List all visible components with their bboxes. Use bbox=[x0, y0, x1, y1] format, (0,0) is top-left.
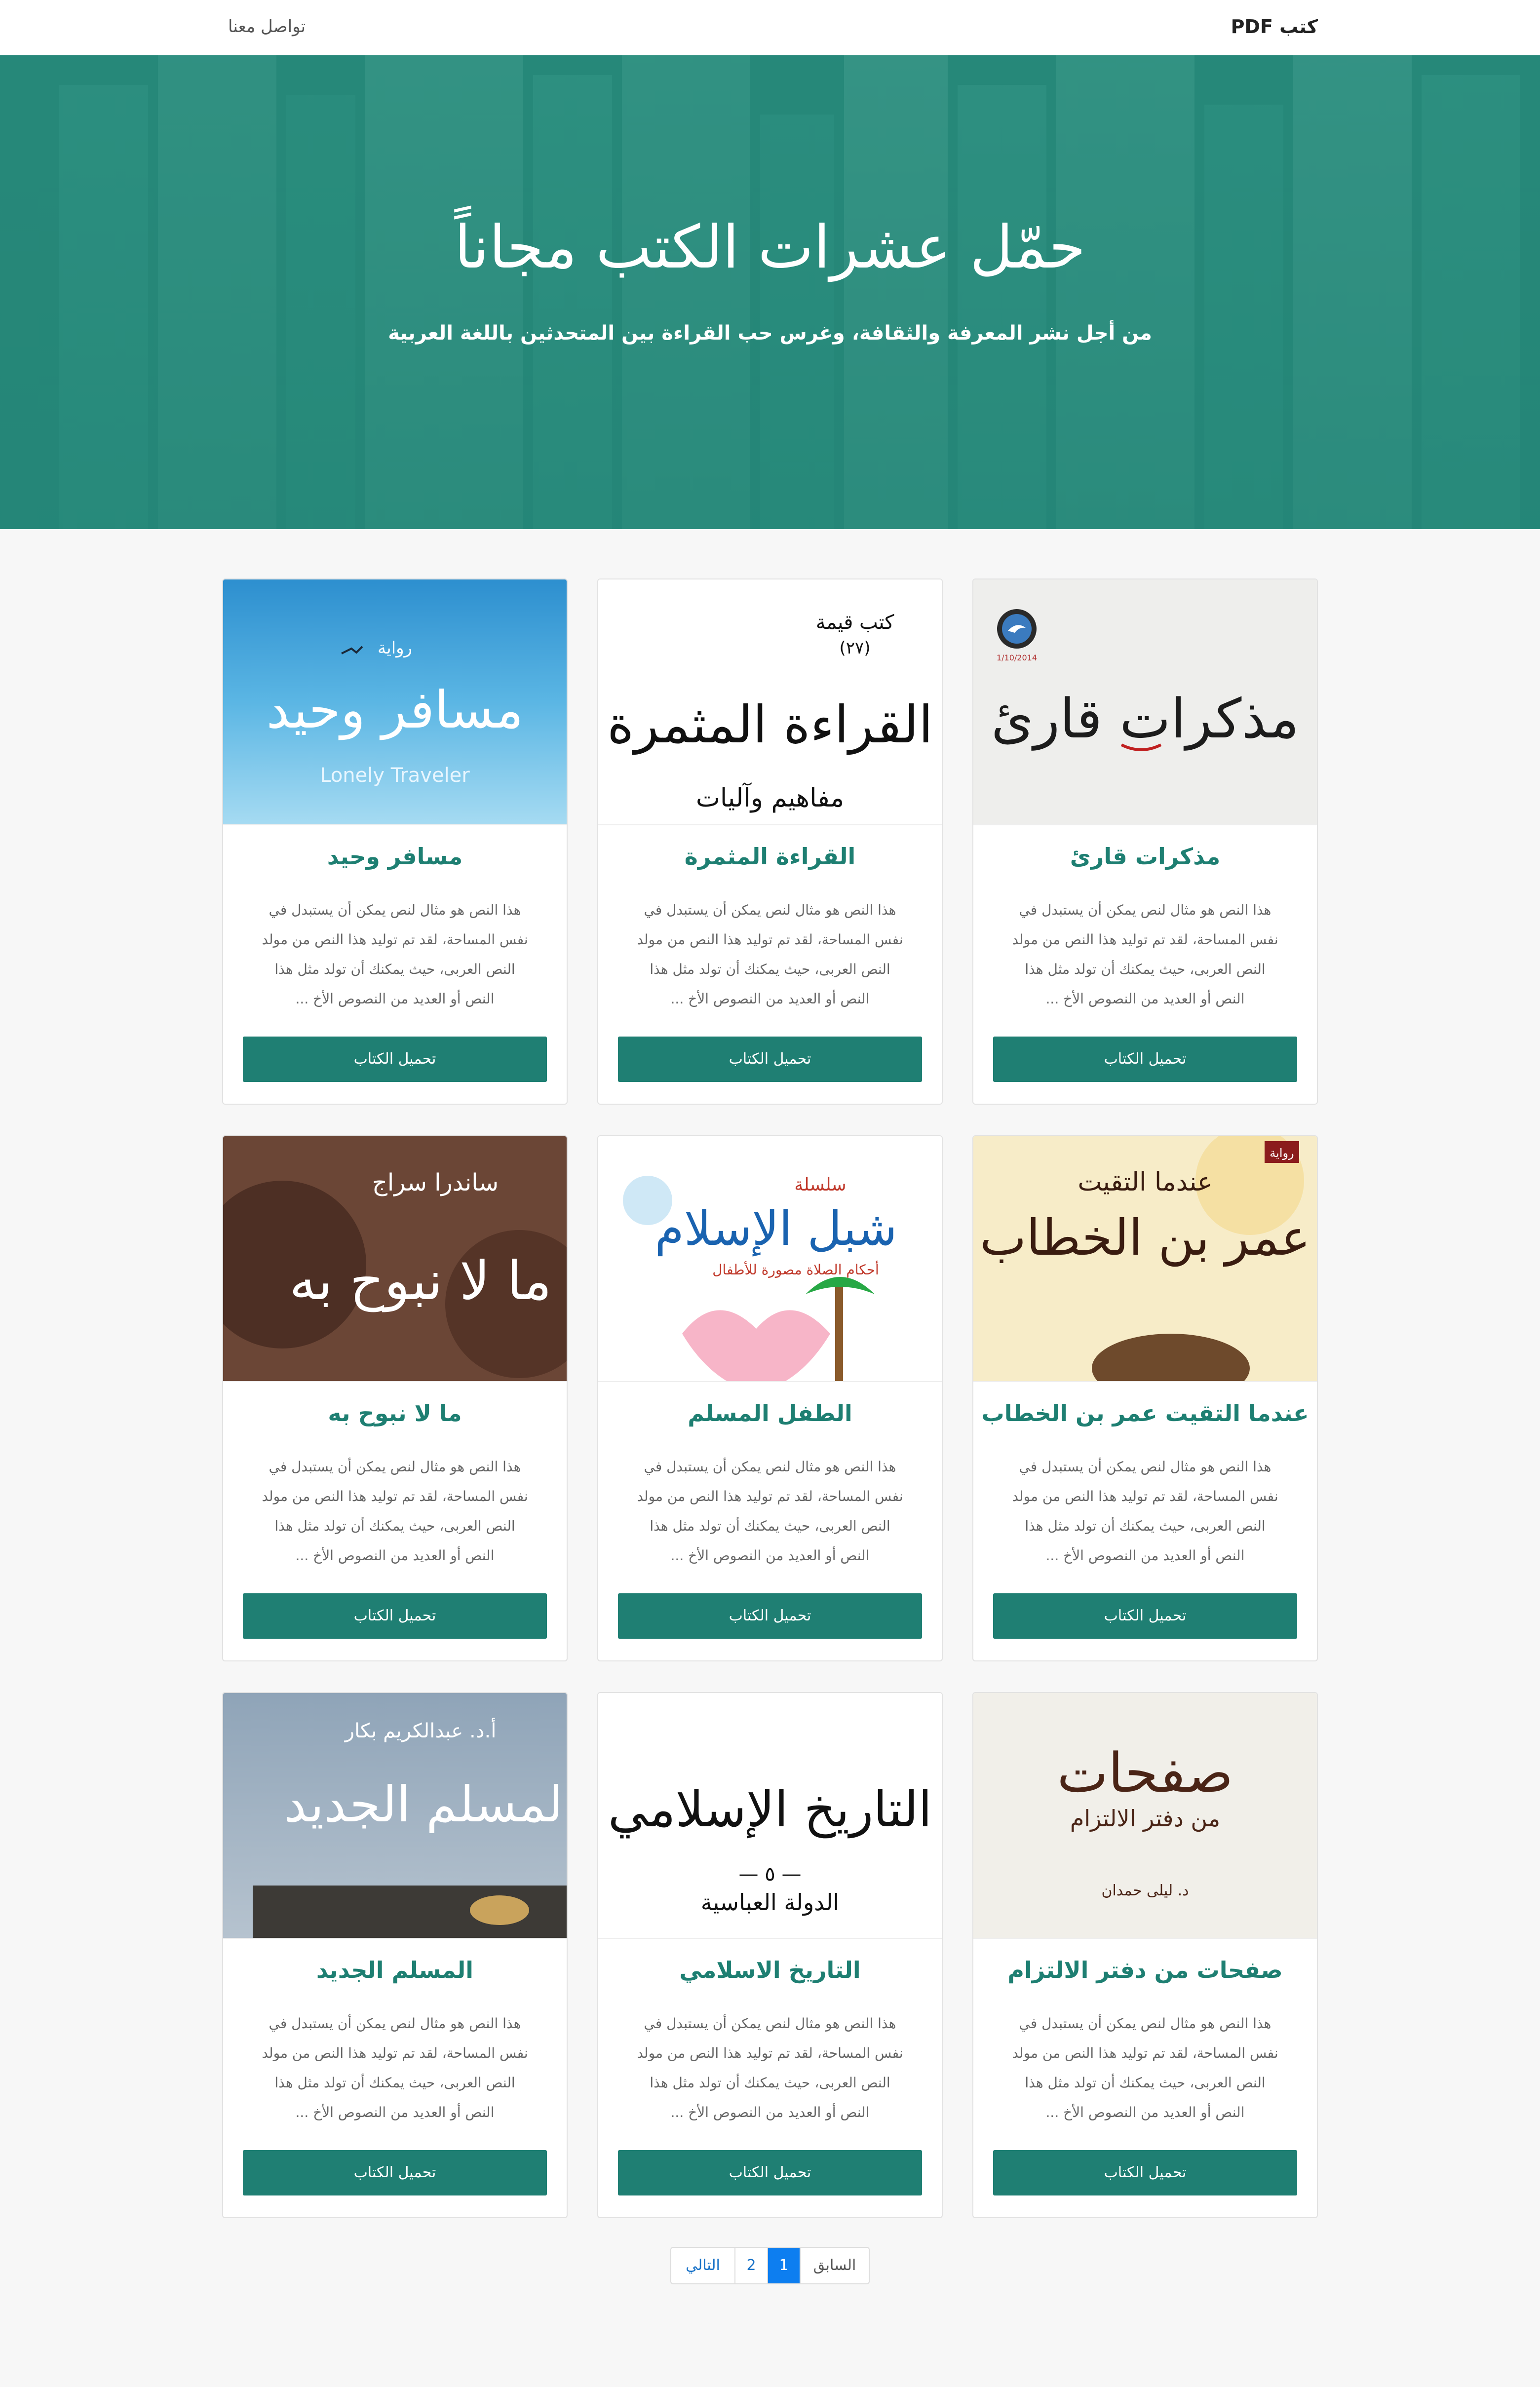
download-button[interactable]: تحميل الكتاب bbox=[243, 2150, 547, 2195]
book-card: سلسلة شبل الإسلام أحكام الصلاة مصورة للأ… bbox=[597, 1135, 943, 1661]
svg-text:ما لا نبوح به: ما لا نبوح به bbox=[289, 1250, 551, 1312]
book-description: هذا النص هو مثال لنص يمكن أن يستبدل في نف… bbox=[1012, 2015, 1278, 2120]
svg-text:من دفتر الالتزام: من دفتر الالتزام bbox=[1070, 1805, 1220, 1832]
book-title[interactable]: ما لا نبوح به bbox=[223, 1400, 567, 1426]
svg-text:(٢٧): (٢٧) bbox=[839, 638, 870, 658]
download-button[interactable]: تحميل الكتاب bbox=[618, 1037, 922, 1082]
svg-text:مفاهيم وآليات: مفاهيم وآليات bbox=[696, 782, 844, 813]
svg-text:الدولة العباسية: الدولة العباسية bbox=[701, 1889, 839, 1916]
pagination-next[interactable]: التالي bbox=[671, 2248, 734, 2283]
book-title[interactable]: عندما التقيت عمر بن الخطاب bbox=[973, 1400, 1317, 1426]
book-title[interactable]: التاريخ الاسلامي bbox=[598, 1957, 942, 1983]
book-card: ساندرا سراج ما لا نبوح به ما لا نبوح به … bbox=[222, 1135, 568, 1661]
book-description: هذا النص هو مثال لنص يمكن أن يستبدل في نف… bbox=[637, 902, 903, 1007]
svg-text:المسلم الجديد: المسلم الجديد bbox=[284, 1775, 567, 1834]
book-cover[interactable]: رواية مسافر وحيد Lonely Traveler bbox=[223, 579, 567, 825]
book-title[interactable]: القراءة المثمرة bbox=[598, 843, 942, 870]
book-title[interactable]: مسافر وحيد bbox=[223, 843, 567, 870]
book-cover[interactable]: صفحات من دفتر الالتزام د. ليلى حمدان bbox=[973, 1693, 1317, 1939]
pagination: السابق 1 2 التالي bbox=[670, 2247, 870, 2284]
book-card: التاريخ الإسلامي — ٥ — الدولة العباسية ا… bbox=[597, 1692, 943, 2218]
brand-link[interactable]: كتب PDF bbox=[1231, 16, 1318, 38]
book-card: صفحات من دفتر الالتزام د. ليلى حمدان صفح… bbox=[972, 1692, 1318, 2218]
download-button[interactable]: تحميل الكتاب bbox=[243, 1037, 547, 1082]
hero-title: حمّل عشرات الكتب مجاناً bbox=[454, 213, 1086, 282]
svg-text:أحكام الصلاة مصورة للأطفال: أحكام الصلاة مصورة للأطفال bbox=[712, 1260, 879, 1278]
svg-text:— ٥ —: — ٥ — bbox=[739, 1863, 802, 1886]
svg-text:كتب قيمة: كتب قيمة bbox=[816, 611, 895, 634]
svg-text:مسافر وحيد: مسافر وحيد bbox=[267, 680, 524, 740]
book-description: هذا النص هو مثال لنص يمكن أن يستبدل في نف… bbox=[1012, 902, 1278, 1007]
svg-text:القراءة المثمرة: القراءة المثمرة bbox=[607, 694, 933, 755]
svg-text:رواية: رواية bbox=[1270, 1146, 1294, 1160]
download-button[interactable]: تحميل الكتاب bbox=[618, 1593, 922, 1639]
book-description: هذا النص هو مثال لنص يمكن أن يستبدل في نف… bbox=[1012, 1459, 1278, 1564]
book-description: هذا النص هو مثال لنص يمكن أن يستبدل في نف… bbox=[637, 1459, 903, 1564]
book-description: هذا النص هو مثال لنص يمكن أن يستبدل في نف… bbox=[637, 2015, 903, 2120]
cover-art: أ.د. عبدالكريم بكار المسلم الجديد bbox=[223, 1693, 567, 1938]
book-description: هذا النص هو مثال لنص يمكن أن يستبدل في نف… bbox=[262, 902, 528, 1007]
svg-text:عمر بن الخطاب: عمر بن الخطاب bbox=[980, 1209, 1310, 1267]
pagination-page-1[interactable]: 1 bbox=[767, 2248, 800, 2283]
svg-text:ساندرا سراج: ساندرا سراج bbox=[372, 1169, 499, 1196]
book-cover[interactable]: أ.د. عبدالكريم بكار المسلم الجديد bbox=[223, 1693, 567, 1939]
hero-banner: حمّل عشرات الكتب مجاناً من أجل نشر المعر… bbox=[0, 55, 1540, 529]
svg-text:رواية: رواية bbox=[378, 638, 412, 658]
book-title[interactable]: المسلم الجديد bbox=[223, 1957, 567, 1983]
svg-text:مذكرات قارئ: مذكرات قارئ bbox=[991, 687, 1299, 751]
book-card: كتب قيمة (٢٧) القراءة المثمرة مفاهيم وآل… bbox=[597, 578, 943, 1105]
book-cover[interactable]: كتب قيمة (٢٧) القراءة المثمرة مفاهيم وآل… bbox=[598, 579, 942, 825]
book-cover[interactable]: 1/10/2014 مذكرات قارئ bbox=[973, 579, 1317, 825]
svg-text:التاريخ الإسلامي: التاريخ الإسلامي bbox=[608, 1780, 932, 1839]
book-cover[interactable]: سلسلة شبل الإسلام أحكام الصلاة مصورة للأ… bbox=[598, 1136, 942, 1382]
hero-overlay bbox=[0, 55, 1540, 529]
book-card: رواية مسافر وحيد Lonely Traveler مسافر و… bbox=[222, 578, 568, 1105]
book-cover[interactable]: ساندرا سراج ما لا نبوح به bbox=[223, 1136, 567, 1382]
download-button[interactable]: تحميل الكتاب bbox=[993, 2150, 1297, 2195]
svg-text:د. ليلى حمدان: د. ليلى حمدان bbox=[1101, 1882, 1189, 1899]
book-description: هذا النص هو مثال لنص يمكن أن يستبدل في نف… bbox=[262, 2015, 528, 2120]
cover-art: صفحات من دفتر الالتزام د. ليلى حمدان bbox=[973, 1693, 1317, 1938]
hero-subtitle: من أجل نشر المعرفة والثقافة، وغرس حب الق… bbox=[388, 322, 1152, 345]
cover-art: سلسلة شبل الإسلام أحكام الصلاة مصورة للأ… bbox=[598, 1136, 942, 1381]
contact-link[interactable]: تواصل معنا bbox=[228, 17, 306, 37]
download-button[interactable]: تحميل الكتاب bbox=[618, 2150, 922, 2195]
cover-art: رواية مسافر وحيد Lonely Traveler bbox=[223, 579, 567, 824]
svg-text:Lonely Traveler: Lonely Traveler bbox=[320, 764, 470, 787]
book-cover[interactable]: رواية عندما التقيت عمر بن الخطاب bbox=[973, 1136, 1317, 1382]
navbar: كتب PDF تواصل معنا bbox=[0, 0, 1540, 55]
svg-text:سلسلة: سلسلة bbox=[794, 1175, 846, 1195]
book-title[interactable]: مذكرات قارئ bbox=[973, 843, 1317, 870]
download-button[interactable]: تحميل الكتاب bbox=[993, 1037, 1297, 1082]
svg-text:شبل الإسلام: شبل الإسلام bbox=[654, 1201, 897, 1257]
pagination-page-2[interactable]: 2 bbox=[734, 2248, 767, 2283]
svg-text:صفحات: صفحات bbox=[1057, 1741, 1233, 1805]
book-title[interactable]: الطفل المسلم bbox=[598, 1400, 942, 1426]
book-card: رواية عندما التقيت عمر بن الخطاب عندما ا… bbox=[972, 1135, 1318, 1661]
svg-text:1/10/2014: 1/10/2014 bbox=[997, 653, 1037, 662]
cover-art: كتب قيمة (٢٧) القراءة المثمرة مفاهيم وآل… bbox=[598, 579, 942, 824]
book-card: أ.د. عبدالكريم بكار المسلم الجديد المسلم… bbox=[222, 1692, 568, 2218]
cover-art: ساندرا سراج ما لا نبوح به bbox=[223, 1136, 567, 1381]
cover-art: رواية عندما التقيت عمر بن الخطاب bbox=[973, 1136, 1317, 1381]
download-button[interactable]: تحميل الكتاب bbox=[993, 1593, 1297, 1639]
book-description: هذا النص هو مثال لنص يمكن أن يستبدل في نف… bbox=[262, 1459, 528, 1564]
svg-text:عندما التقيت: عندما التقيت bbox=[1078, 1167, 1212, 1197]
pagination-prev[interactable]: السابق bbox=[800, 2248, 869, 2283]
book-title[interactable]: صفحات من دفتر الالتزام bbox=[973, 1957, 1317, 1983]
download-button[interactable]: تحميل الكتاب bbox=[243, 1593, 547, 1639]
book-card: 1/10/2014 مذكرات قارئ مذكرات قارئ هذا ال… bbox=[972, 578, 1318, 1105]
book-cover[interactable]: التاريخ الإسلامي — ٥ — الدولة العباسية bbox=[598, 1693, 942, 1939]
cover-art: 1/10/2014 مذكرات قارئ bbox=[973, 579, 1317, 824]
cover-art: التاريخ الإسلامي — ٥ — الدولة العباسية bbox=[598, 1693, 942, 1938]
svg-text:أ.د. عبدالكريم بكار: أ.د. عبدالكريم بكار bbox=[344, 1718, 497, 1742]
